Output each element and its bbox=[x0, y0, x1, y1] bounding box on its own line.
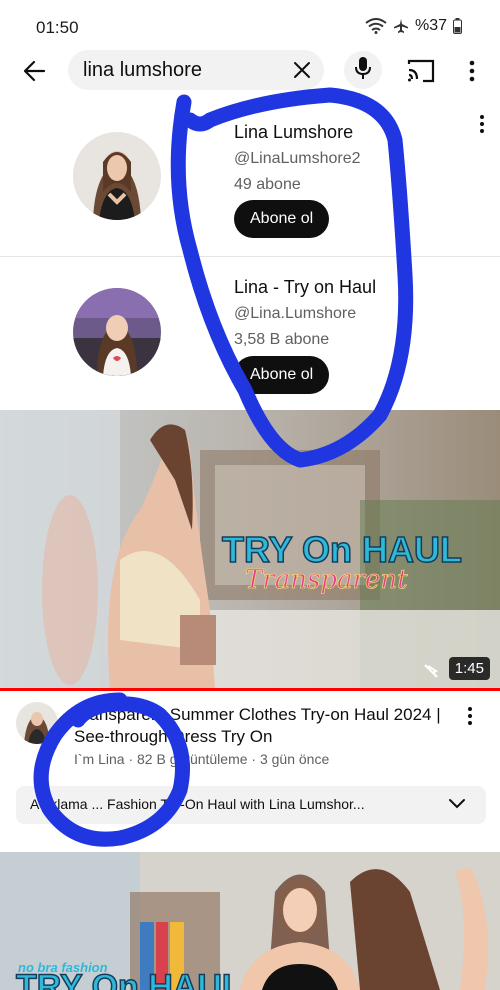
airplane-icon bbox=[393, 18, 409, 34]
more-options-icon[interactable] bbox=[464, 706, 476, 726]
channel-subscriber-count: 49 abone bbox=[234, 176, 301, 193]
channel-avatar[interactable] bbox=[73, 288, 161, 376]
chevron-down-icon[interactable] bbox=[448, 797, 466, 811]
channel-subscriber-count: 3,58 B abone bbox=[234, 331, 330, 348]
channel-result[interactable]: Lina - Try on Haul @Lina.Lumshore 3,58 B… bbox=[0, 257, 500, 413]
channel-name[interactable]: Lina Lumshore bbox=[234, 122, 353, 143]
cast-icon[interactable] bbox=[406, 58, 436, 84]
voice-search-button[interactable] bbox=[344, 51, 382, 89]
status-bar: 01:50 %37 bbox=[0, 0, 500, 50]
wifi-icon bbox=[365, 18, 387, 34]
watch-progress-bar bbox=[0, 688, 500, 691]
video-thumbnail[interactable]: TRY On HAUL Transparent 1:45 bbox=[0, 410, 500, 690]
battery-level: %37 bbox=[414, 17, 447, 34]
subscribe-button[interactable]: Abone ol bbox=[234, 356, 330, 394]
thumbnail-subtitle: Transparent bbox=[245, 565, 408, 595]
channel-handle: @Lina.Lumshore bbox=[234, 305, 357, 322]
no-preview-icon bbox=[422, 662, 440, 680]
microphone-icon bbox=[355, 56, 371, 85]
channel-avatar[interactable] bbox=[73, 132, 161, 220]
status-icons: %37 bbox=[365, 17, 462, 35]
search-input[interactable]: lina lumshore bbox=[68, 50, 324, 90]
video-title[interactable]: Transparent Summer Clothes Try-on Haul 2… bbox=[74, 704, 446, 748]
channel-name[interactable]: Lina - Try on Haul bbox=[234, 277, 376, 298]
video-description-card[interactable]: Açıklama ... Fashion Try-On Haul with Li… bbox=[16, 786, 486, 824]
thumbnail-title: TRY On HAUL bbox=[16, 968, 243, 990]
channel-handle: @LinaLumshore2 bbox=[234, 150, 361, 167]
channel-result[interactable]: Lina Lumshore @LinaLumshore2 49 abone Ab… bbox=[0, 100, 500, 256]
video-duration: 1:45 bbox=[448, 657, 490, 680]
video-channel-avatar[interactable] bbox=[16, 702, 58, 744]
search-query: lina lumshore bbox=[83, 59, 202, 81]
thumbnail-title: TRY On HAUL bbox=[222, 529, 462, 570]
back-arrow-icon[interactable] bbox=[20, 56, 50, 86]
status-time: 01:50 bbox=[36, 18, 79, 37]
clear-search-icon[interactable] bbox=[292, 60, 312, 80]
video-description: Açıklama ... Fashion Try-On Haul with Li… bbox=[30, 796, 365, 812]
video-thumbnail[interactable]: no bra fashion TRY On HAUL bbox=[0, 852, 500, 990]
search-toolbar: lina lumshore bbox=[0, 48, 500, 94]
more-options-icon[interactable] bbox=[462, 56, 482, 86]
battery-icon bbox=[453, 18, 462, 34]
more-options-icon[interactable] bbox=[476, 114, 488, 134]
subscribe-button[interactable]: Abone ol bbox=[234, 200, 330, 238]
video-metadata: I`m Lina · 82 B görüntüleme · 3 gün önce bbox=[74, 751, 330, 767]
